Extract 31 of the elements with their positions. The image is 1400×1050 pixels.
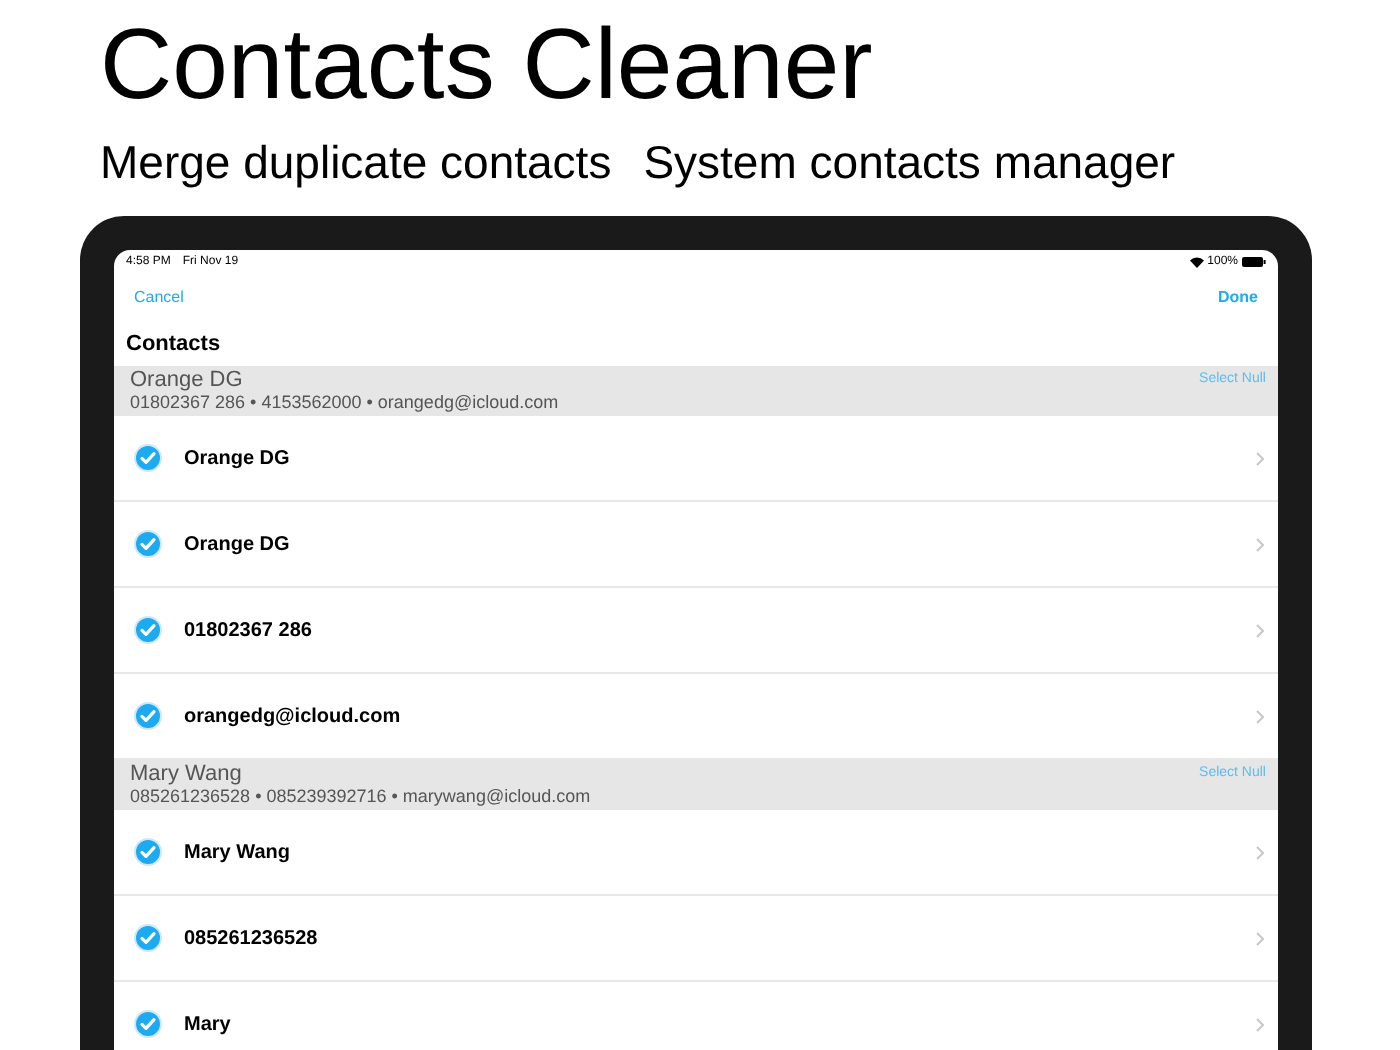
checkmark-icon[interactable] — [134, 444, 162, 472]
group-details: 085261236528 • 085239392716 • marywang@icloud.com — [130, 786, 591, 808]
chevron-right-icon — [1256, 451, 1264, 465]
group-name: Mary Wang — [130, 762, 244, 786]
contact-value: Mary Wang — [184, 839, 292, 867]
checkmark-icon[interactable] — [134, 924, 162, 952]
chevron-right-icon — [1256, 1017, 1264, 1031]
chevron-right-icon — [1256, 931, 1264, 945]
checkmark-icon[interactable] — [134, 616, 162, 644]
checkmark-icon[interactable] — [134, 530, 162, 558]
checkmark-icon[interactable] — [134, 838, 162, 866]
wifi-icon — [1189, 256, 1204, 268]
chevron-right-icon — [1256, 623, 1264, 637]
checkmark-icon[interactable] — [134, 1010, 162, 1038]
checkmark-icon[interactable] — [134, 702, 162, 730]
contact-value: orangedg@icloud.com — [184, 703, 403, 731]
contact-value: 01802367 286 — [184, 617, 314, 645]
contact-value: Orange DG — [184, 531, 292, 559]
chevron-right-icon — [1256, 845, 1264, 859]
section-title: Contacts — [124, 330, 223, 360]
chevron-right-icon — [1256, 537, 1264, 551]
contact-value: 085261236528 — [184, 925, 320, 953]
headline: Contacts Cleaner — [100, 6, 873, 124]
subtitle: System contacts manager — [643, 134, 1176, 192]
contact-value: Mary — [184, 1011, 233, 1039]
battery-icon — [1242, 256, 1266, 268]
subtitle: Merge duplicate contacts — [100, 134, 612, 192]
group-details: 01802367 286 • 4153562000 • orangedg@icloud.com — [130, 392, 559, 414]
contact-value: Orange DG — [184, 445, 292, 473]
chevron-right-icon — [1256, 709, 1264, 723]
group-name: Orange DG — [130, 368, 245, 392]
